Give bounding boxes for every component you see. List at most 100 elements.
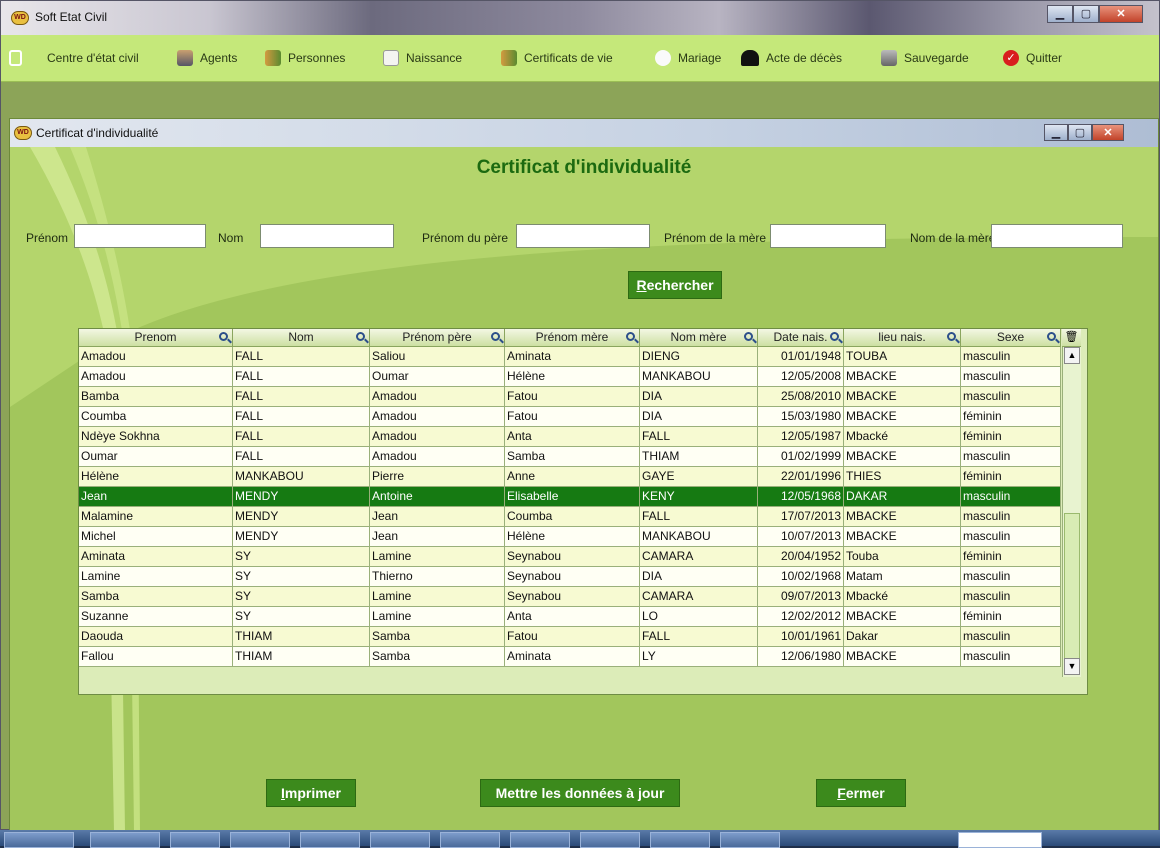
table-cell[interactable]: féminin [961,547,1061,567]
search-icon[interactable] [491,332,500,341]
column-header[interactable]: Nom mère [640,329,758,347]
minimize-icon[interactable]: ▁ [1044,124,1068,141]
search-icon[interactable] [626,332,635,341]
table-cell[interactable]: féminin [961,427,1061,447]
table-cell[interactable]: Jean [79,487,233,507]
table-cell[interactable]: Elisabelle [505,487,640,507]
table-cell[interactable]: LO [640,607,758,627]
table-cell[interactable]: Bamba [79,387,233,407]
column-header[interactable]: lieu nais. [844,329,961,347]
table-cell[interactable]: Amadou [370,427,505,447]
table-cell[interactable]: SY [233,567,370,587]
table-cell[interactable]: masculin [961,627,1061,647]
maximize-icon[interactable]: ▢ [1073,5,1099,23]
search-button[interactable]: Rechercher [628,271,722,299]
table-cell[interactable]: 10/01/1961 [758,627,844,647]
child-window-titlebar[interactable]: WD Certificat d'individualité ▁ ▢ ✕ [10,119,1158,147]
table-cell[interactable]: THIAM [640,447,758,467]
table-cell[interactable]: 22/01/1996 [758,467,844,487]
table-cell[interactable]: Samba [370,647,505,667]
table-cell[interactable]: Aminata [79,547,233,567]
table-cell[interactable]: Michel [79,527,233,547]
table-cell[interactable]: Antoine [370,487,505,507]
menu-item-naissance[interactable]: Naissance [383,47,462,69]
table-cell[interactable]: MBACKE [844,527,961,547]
table-cell[interactable]: Lamine [370,607,505,627]
delete-column-icon[interactable]: 🗑 [1062,329,1081,347]
table-cell[interactable]: masculin [961,347,1061,367]
prenom-mere-input[interactable] [770,224,886,248]
minimize-icon[interactable]: ▁ [1047,5,1073,23]
table-row[interactable]: Coumba FALL Amadou Fatou DIA 15/03/1980 MBACKE… [79,407,1062,427]
search-icon[interactable] [1047,332,1056,341]
table-cell[interactable]: GAYE [640,467,758,487]
table-row[interactable]: Oumar FALL Amadou Samba THIAM 01/02/1999 MBACK… [79,447,1062,467]
table-row[interactable]: Bamba FALL Amadou Fatou DIA 25/08/2010 MBACKE m… [79,387,1062,407]
table-cell[interactable]: THIES [844,467,961,487]
table-cell[interactable]: DIA [640,567,758,587]
table-cell[interactable]: Aminata [505,347,640,367]
table-cell[interactable]: Fallou [79,647,233,667]
table-cell[interactable]: Dakar [844,627,961,647]
table-row[interactable]: Hélène MANKABOU Pierre Anne GAYE 22/01/1996 TH… [79,467,1062,487]
table-cell[interactable]: 01/02/1999 [758,447,844,467]
table-cell[interactable]: FALL [640,427,758,447]
table-cell[interactable]: Amadou [370,387,505,407]
restore-icon[interactable]: ▢ [1068,124,1092,141]
table-cell[interactable]: MENDY [233,507,370,527]
table-cell[interactable]: THIAM [233,627,370,647]
table-cell[interactable]: FALL [233,407,370,427]
table-cell[interactable]: féminin [961,607,1061,627]
table-cell[interactable]: SY [233,607,370,627]
table-cell[interactable]: MANKABOU [640,527,758,547]
scroll-down-icon[interactable]: ▼ [1064,658,1080,675]
table-cell[interactable]: Matam [844,567,961,587]
table-cell[interactable]: MENDY [233,527,370,547]
table-cell[interactable]: 10/02/1968 [758,567,844,587]
table-cell[interactable]: 09/07/2013 [758,587,844,607]
table-cell[interactable]: masculin [961,527,1061,547]
nom-mere-input[interactable] [991,224,1123,248]
table-cell[interactable]: FALL [640,507,758,527]
table-cell[interactable]: Lamine [370,547,505,567]
table-cell[interactable]: 15/03/1980 [758,407,844,427]
table-row[interactable]: Jean MENDY Antoine Elisabelle KENY 12/05/1968… [79,487,1062,507]
table-row[interactable]: Amadou FALL Oumar Hélène MANKABOU 12/05/2008 M… [79,367,1062,387]
table-cell[interactable]: masculin [961,507,1061,527]
table-cell[interactable]: MENDY [233,487,370,507]
print-button[interactable]: Imprimer [266,779,356,807]
table-row[interactable]: Samba SY Lamine Seynabou CAMARA 09/07/2013 Mba… [79,587,1062,607]
table-cell[interactable]: 17/07/2013 [758,507,844,527]
search-icon[interactable] [830,332,839,341]
table-cell[interactable]: FALL [233,387,370,407]
table-cell[interactable]: KENY [640,487,758,507]
table-cell[interactable]: CAMARA [640,587,758,607]
table-cell[interactable]: DIA [640,387,758,407]
table-cell[interactable]: MBACKE [844,607,961,627]
table-cell[interactable]: Lamine [79,567,233,587]
prenom-input[interactable] [74,224,206,248]
table-cell[interactable]: MBACKE [844,367,961,387]
table-cell[interactable]: MBACKE [844,507,961,527]
table-cell[interactable]: Samba [370,627,505,647]
table-row[interactable]: Malamine MENDY Jean Coumba FALL 17/07/2013 MBA… [79,507,1062,527]
menu-item-mariage[interactable]: Mariage [655,47,721,69]
table-row[interactable]: Amadou FALL Saliou Aminata DIENG 01/01/1948 TO… [79,347,1062,367]
table-cell[interactable]: MBACKE [844,407,961,427]
table-cell[interactable]: Coumba [505,507,640,527]
table-cell[interactable]: Aminata [505,647,640,667]
table-cell[interactable]: Daouda [79,627,233,647]
menu-item-quitter[interactable]: ✓ Quitter [1003,47,1062,69]
table-cell[interactable]: FALL [233,347,370,367]
table-cell[interactable]: masculin [961,387,1061,407]
table-cell[interactable]: 12/05/1987 [758,427,844,447]
menu-item-deces[interactable]: Acte de décès [741,47,842,69]
table-cell[interactable]: Seynabou [505,587,640,607]
close-icon[interactable]: ✕ [1099,5,1143,23]
table-cell[interactable]: féminin [961,407,1061,427]
column-header[interactable]: Sexe [961,329,1061,347]
table-cell[interactable]: LY [640,647,758,667]
table-cell[interactable]: FALL [640,627,758,647]
menu-item-agents[interactable]: Agents [177,47,237,69]
table-cell[interactable]: Oumar [370,367,505,387]
